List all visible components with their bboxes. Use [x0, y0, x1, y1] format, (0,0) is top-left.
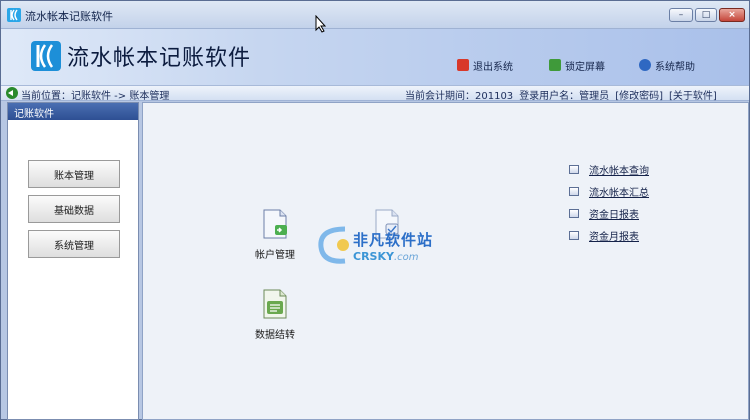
report-icon — [569, 186, 579, 196]
breadcrumb-bar: 当前位置：记账软件 -> 账本管理 当前会计期间：201103 登录用户名：管理… — [1, 85, 749, 102]
account-management-label: 帐户管理 — [255, 250, 295, 261]
transfer-doc-icon — [263, 289, 287, 319]
maximize-button[interactable]: □ — [695, 8, 717, 22]
sidebar-item-basic-data[interactable]: 基础数据 — [28, 195, 120, 223]
app-logo-icon — [7, 8, 21, 22]
account-doc-icon — [263, 209, 287, 239]
lock-icon — [549, 59, 561, 71]
watermark-cn-text: 非凡软件站 — [353, 231, 434, 249]
report-icon — [569, 230, 579, 240]
window-title: 流水帐本记账软件 — [25, 10, 113, 23]
sidebar-item-ledger-management[interactable]: 账本管理 — [28, 160, 120, 188]
close-icon: × — [728, 10, 736, 20]
sidebar: 记账软件 账本管理 基础数据 系统管理 — [7, 102, 139, 420]
exit-system-button[interactable]: 退出系统 — [457, 58, 513, 73]
watermark-domain: .com — [393, 252, 419, 263]
system-help-button[interactable]: 系统帮助 — [639, 58, 695, 73]
breadcrumb: 当前位置：记账软件 -> 账本管理 — [21, 91, 170, 102]
maximize-icon: □ — [701, 10, 711, 20]
header-banner: 流水帐本记账软件 退出系统 锁定屏幕 系统帮助 — [1, 29, 749, 85]
accounting-period: 当前会计期间：201103 — [405, 91, 514, 102]
account-management-module[interactable]: 帐户管理 — [245, 209, 305, 261]
sidebar-title: 记账软件 — [8, 103, 138, 120]
title-bar[interactable]: 流水帐本记账软件 – □ × — [1, 1, 749, 29]
data-transfer-label: 数据结转 — [255, 330, 295, 341]
app-title: 流水帐本记账软件 — [67, 46, 252, 71]
minimize-icon: – — [678, 10, 684, 20]
report-link-ledger-query[interactable]: 流水帐本查询 — [569, 162, 649, 177]
data-transfer-module[interactable]: 数据结转 — [245, 289, 305, 341]
about-software-link[interactable]: [关于软件] — [669, 87, 717, 102]
system-help-label: 系统帮助 — [655, 61, 695, 73]
report-label: 流水帐本查询 — [589, 165, 649, 177]
change-password-link[interactable]: [修改密码] — [615, 87, 663, 102]
report-label: 资金日报表 — [589, 209, 639, 221]
app-logo-icon — [31, 41, 61, 71]
watermark-swirl-icon — [318, 226, 349, 264]
watermark-brand: CRSKY — [353, 250, 394, 263]
report-link-ledger-summary[interactable]: 流水帐本汇总 — [569, 184, 649, 199]
lock-screen-button[interactable]: 锁定屏幕 — [549, 58, 605, 73]
close-button[interactable]: × — [719, 8, 745, 22]
sidebar-item-system-management[interactable]: 系统管理 — [28, 230, 120, 258]
watermark-logo: 非凡软件站 CRSKY.com — [315, 219, 465, 275]
report-link-monthly-funds[interactable]: 资金月报表 — [569, 228, 639, 243]
mouse-cursor-icon — [315, 15, 327, 33]
help-icon — [639, 59, 651, 71]
exit-icon — [457, 59, 469, 71]
report-link-daily-funds[interactable]: 资金日报表 — [569, 206, 639, 221]
back-arrow-icon[interactable] — [6, 87, 18, 99]
main-panel: 帐户管理 数据结转 非凡软件站 CRSKY.com 流水帐本查询 流水帐本汇总 … — [142, 102, 749, 420]
exit-system-label: 退出系统 — [473, 61, 513, 73]
watermark-en-text: CRSKY.com — [353, 250, 419, 263]
report-icon — [569, 208, 579, 218]
login-user: 登录用户名：管理员 — [519, 91, 610, 102]
report-label: 流水帐本汇总 — [589, 187, 649, 199]
lock-screen-label: 锁定屏幕 — [565, 61, 605, 73]
app-window: 流水帐本记账软件 – □ × 流水帐本记账软件 退出系统 锁定屏幕 系统帮助 当… — [0, 0, 750, 420]
report-label: 资金月报表 — [589, 231, 639, 243]
minimize-button[interactable]: – — [669, 8, 693, 22]
report-icon — [569, 164, 579, 174]
status-info: 当前会计期间：201103 登录用户名：管理员 [修改密码] [关于软件] — [405, 87, 717, 102]
